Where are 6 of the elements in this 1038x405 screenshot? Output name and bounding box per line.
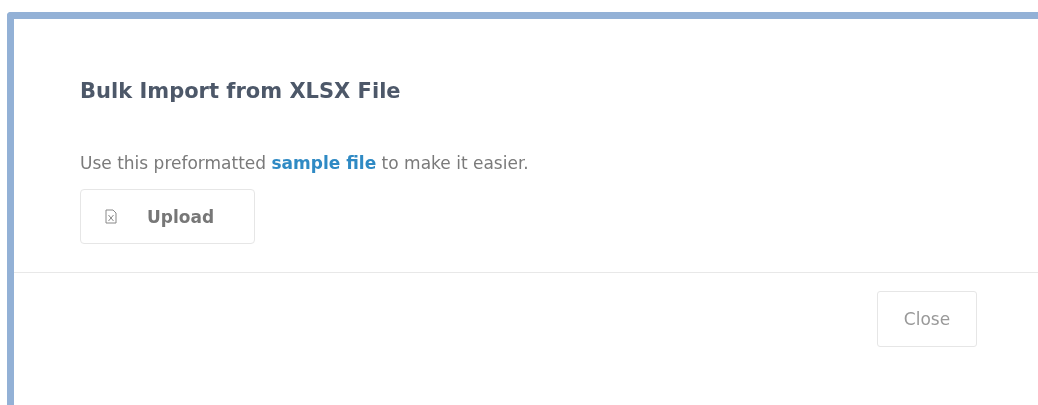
sample-file-link[interactable]: sample file	[271, 153, 377, 173]
instruction-text: Use this preformatted sample file to make it easier.	[80, 153, 530, 173]
upload-button[interactable]: Upload	[80, 189, 255, 244]
dialog-title: Bulk Import from XLSX File	[80, 79, 402, 103]
close-button[interactable]: Close	[877, 291, 977, 347]
spreadsheet-file-icon	[105, 209, 117, 224]
